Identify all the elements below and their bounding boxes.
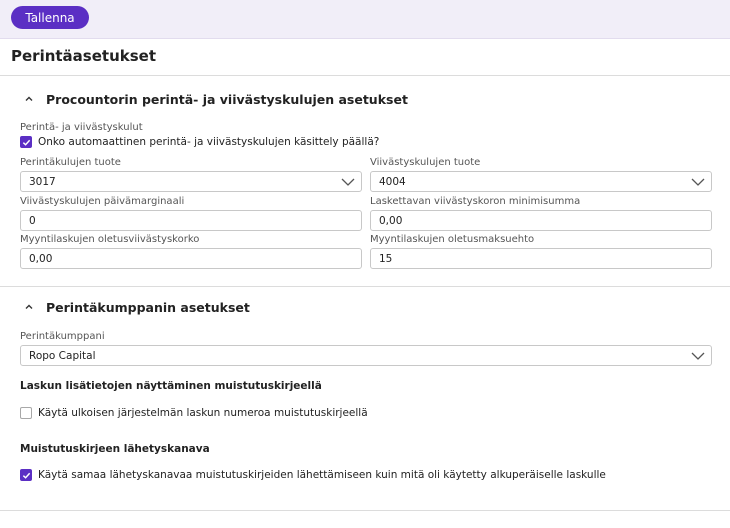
chevron-down-icon[interactable] <box>685 346 711 365</box>
delay-day-margin-value: 0 <box>29 214 36 227</box>
min-interest-value: 0,00 <box>379 214 403 227</box>
collection-product-select[interactable]: 3017 <box>20 171 362 192</box>
min-interest-label: Laskettavan viivästyskoron minimisumma <box>370 196 581 207</box>
divider <box>0 510 730 511</box>
chevron-down-icon[interactable] <box>335 172 361 191</box>
delay-product-value: 4004 <box>379 175 406 188</box>
partner-value: Ropo Capital <box>29 349 96 362</box>
chevron-up-icon[interactable] <box>20 298 38 316</box>
divider <box>0 286 730 287</box>
min-interest-input[interactable]: 0,00 <box>370 210 712 231</box>
partner-label: Perintäkumppani <box>20 331 105 342</box>
chevron-up-icon[interactable] <box>20 90 38 108</box>
external-number-checkbox-row[interactable]: Käytä ulkoisen järjestelmän laskun numer… <box>20 406 368 420</box>
external-number-checkbox[interactable] <box>20 407 32 419</box>
section-title: Procountorin perintä- ja viivästyskuluje… <box>46 91 408 107</box>
default-payment-term-label: Myyntilaskujen oletusmaksuehto <box>370 234 535 245</box>
channel-heading: Muistutuskirjeen lähetyskanava <box>20 443 210 455</box>
divider <box>0 75 730 76</box>
delay-day-margin-label: Viivästyskulujen päivämarginaali <box>20 196 185 207</box>
default-payment-term-input[interactable]: 15 <box>370 248 712 269</box>
collection-product-value: 3017 <box>29 175 56 188</box>
extra-info-heading: Laskun lisätietojen näyttäminen muistutu… <box>20 380 322 392</box>
delay-product-select[interactable]: 4004 <box>370 171 712 192</box>
auto-handling-checkbox-row[interactable]: Onko automaattinen perintä- ja viivästys… <box>20 135 379 149</box>
default-payment-term-value: 15 <box>379 252 393 265</box>
section-partner-header[interactable]: Perintäkumppanin asetukset <box>20 298 250 316</box>
delay-day-margin-input[interactable]: 0 <box>20 210 362 231</box>
collection-product-label: Perintäkulujen tuote <box>20 157 121 168</box>
default-interest-value: 0,00 <box>29 252 53 265</box>
section-title: Perintäkumppanin asetukset <box>46 299 250 315</box>
same-channel-label: Käytä samaa lähetyskanavaa muistutuskirj… <box>38 469 606 481</box>
auto-handling-checkbox[interactable] <box>20 136 32 148</box>
same-channel-checkbox[interactable] <box>20 469 32 481</box>
default-interest-label: Myyntilaskujen oletusviivästyskorko <box>20 234 200 245</box>
save-button[interactable]: Tallenna <box>11 6 89 29</box>
default-interest-input[interactable]: 0,00 <box>20 248 362 269</box>
delay-product-label: Viivästyskulujen tuote <box>370 157 481 168</box>
page-title: Perintäasetukset <box>11 47 156 65</box>
toolbar: Tallenna <box>0 0 730 39</box>
same-channel-checkbox-row[interactable]: Käytä samaa lähetyskanavaa muistutuskirj… <box>20 468 606 482</box>
costs-group-label: Perintä- ja viivästyskulut <box>20 122 143 133</box>
auto-handling-label: Onko automaattinen perintä- ja viivästys… <box>38 136 380 148</box>
chevron-down-icon[interactable] <box>685 172 711 191</box>
external-number-label: Käytä ulkoisen järjestelmän laskun numer… <box>38 407 368 419</box>
partner-select[interactable]: Ropo Capital <box>20 345 712 366</box>
section-procountor-header[interactable]: Procountorin perintä- ja viivästyskuluje… <box>20 90 408 108</box>
